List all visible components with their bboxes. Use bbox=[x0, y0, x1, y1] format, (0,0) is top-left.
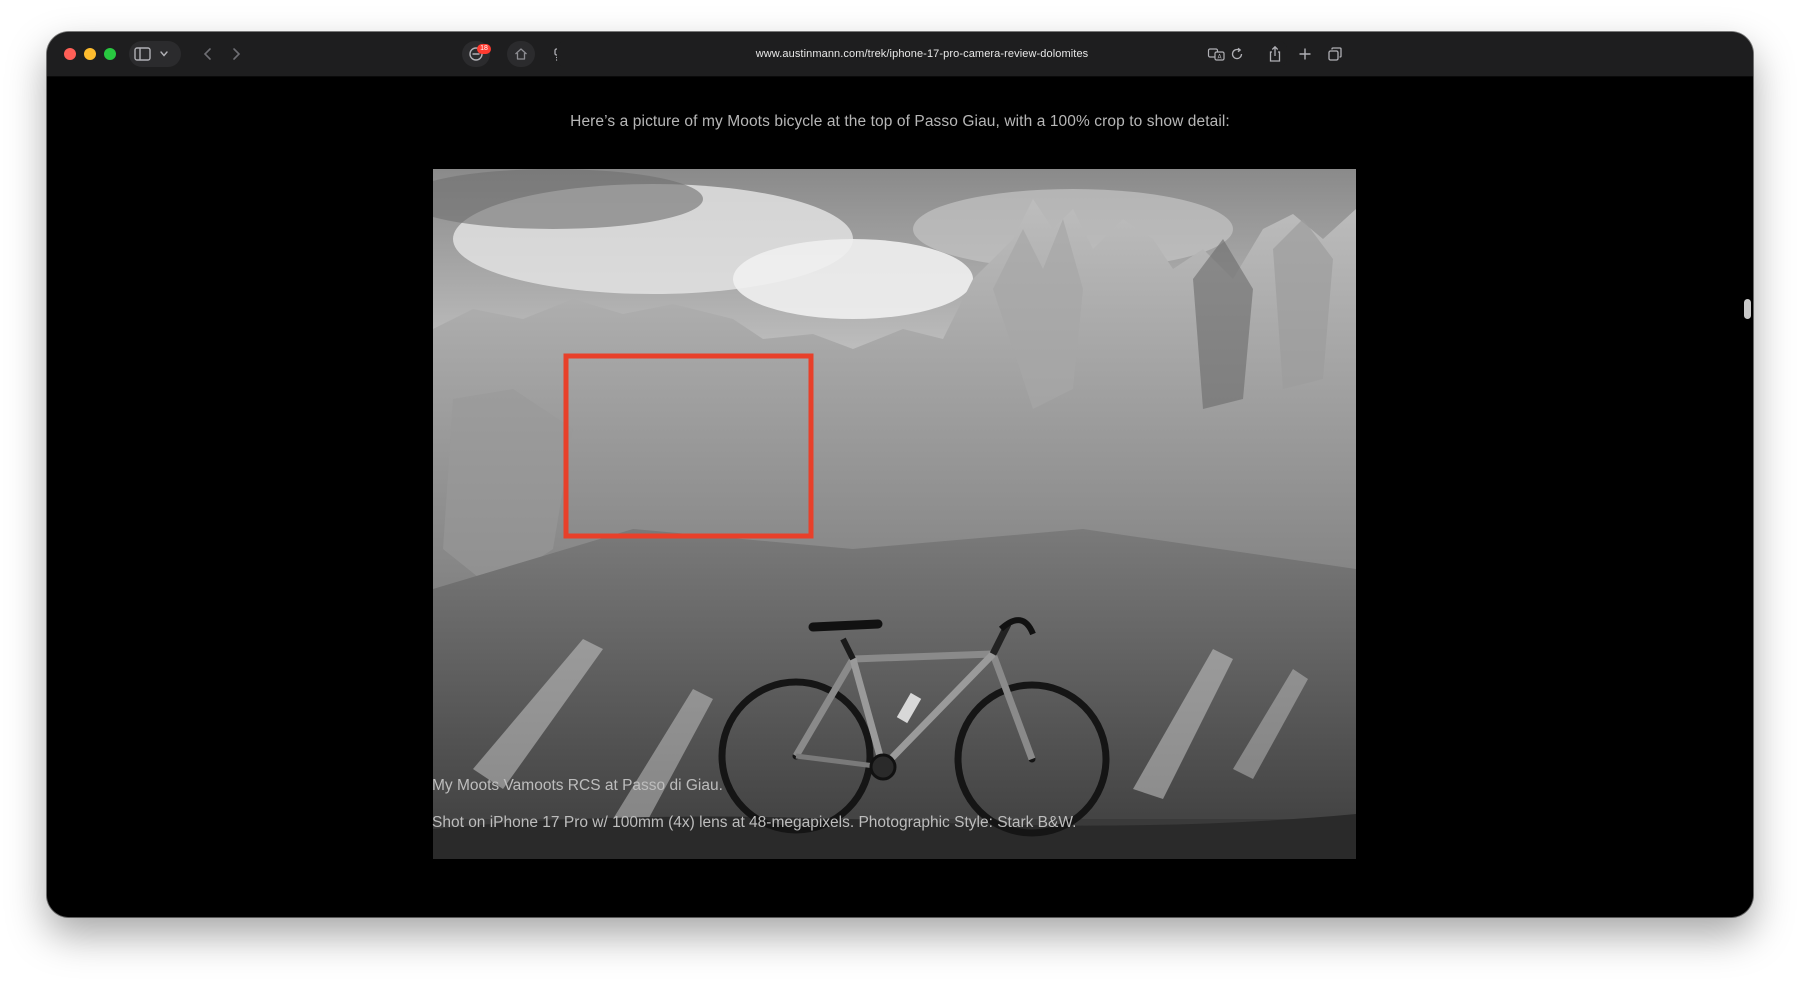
home-button[interactable] bbox=[507, 41, 535, 67]
address-bar[interactable]: www.austinmann.com/trek/iphone-17-pro-ca… bbox=[557, 41, 1287, 67]
home-icon bbox=[515, 48, 527, 60]
share-icon bbox=[1269, 45, 1281, 62]
url-text: www.austinmann.com/trek/iphone-17-pro-ca… bbox=[755, 48, 1089, 60]
minimize-window-button[interactable] bbox=[84, 48, 96, 60]
close-window-button[interactable] bbox=[64, 48, 76, 60]
extension-badge: 18 bbox=[477, 44, 491, 54]
extension-button[interactable]: 18 bbox=[462, 41, 491, 67]
browser-toolbar: 18 www.austinmann.com/trek/iphone-17-pro… bbox=[47, 32, 1753, 77]
intro-paragraph: Here’s a picture of my Moots bicycle at … bbox=[570, 113, 1230, 130]
sidebar-toggle-button[interactable] bbox=[129, 41, 181, 67]
navigation-group bbox=[193, 41, 251, 67]
reload-button[interactable] bbox=[1224, 41, 1250, 67]
browser-window: 18 www.austinmann.com/trek/iphone-17-pro… bbox=[47, 32, 1753, 917]
tabs-icon bbox=[1328, 47, 1342, 61]
share-button[interactable] bbox=[1262, 41, 1288, 67]
tab-overview-button[interactable] bbox=[1322, 41, 1348, 67]
page-content: Here’s a picture of my Moots bicycle at … bbox=[47, 77, 1753, 917]
plus-icon bbox=[1299, 48, 1311, 60]
forward-icon[interactable] bbox=[233, 48, 241, 60]
zoom-window-button[interactable] bbox=[104, 48, 116, 60]
new-tab-button[interactable] bbox=[1292, 41, 1318, 67]
photo-caption-title: My Moots Vamoots RCS at Passo di Giau. bbox=[432, 777, 723, 794]
bicycle-photo bbox=[433, 169, 1356, 859]
page-scrollbar[interactable] bbox=[1744, 299, 1751, 319]
sidebar-icon bbox=[134, 47, 168, 61]
reload-icon bbox=[1231, 47, 1243, 60]
back-icon[interactable] bbox=[203, 48, 211, 60]
photo-caption-details: Shot on iPhone 17 Pro w/ 100mm (4x) lens… bbox=[432, 814, 1077, 831]
